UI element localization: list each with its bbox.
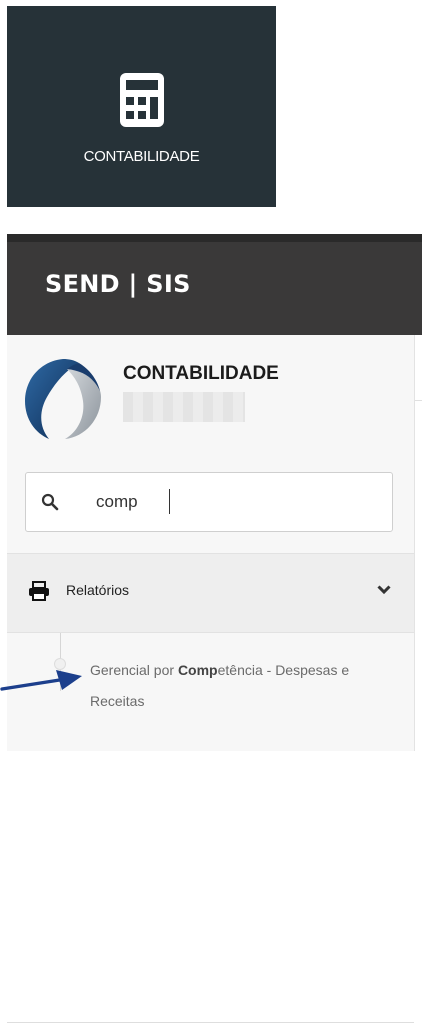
chevron-down-icon[interactable]	[377, 585, 391, 595]
printer-icon	[29, 581, 49, 601]
content-divider	[415, 400, 422, 401]
company-subtitle-redacted	[123, 392, 245, 422]
search-match-highlight: Comp	[177, 662, 218, 678]
label-prefix: Gerencial por	[90, 662, 178, 678]
company-logo	[25, 359, 101, 439]
brand-title[interactable]: SEND | SIS	[45, 270, 191, 298]
app-header: SEND | SIS	[7, 234, 422, 335]
menu-group-label: Relatórios	[66, 582, 130, 598]
sidebar-border	[414, 335, 415, 751]
text-caret	[169, 489, 170, 514]
header-strip	[7, 234, 422, 242]
search-input[interactable]	[96, 490, 356, 514]
menu-group-relatorios[interactable]: Relatórios	[7, 553, 414, 633]
company-name: CONTABILIDADE	[123, 363, 279, 384]
search-icon	[41, 493, 59, 511]
search-box[interactable]	[25, 472, 393, 532]
submenu-item-label: Gerencial por Competência - Despesas e R…	[90, 655, 390, 717]
module-tile-contabilidade[interactable]: CONTABILIDADE	[7, 6, 276, 207]
arrow-icon	[0, 670, 82, 691]
tile-label: CONTABILIDADE	[83, 148, 200, 165]
calculator-icon	[119, 73, 164, 127]
